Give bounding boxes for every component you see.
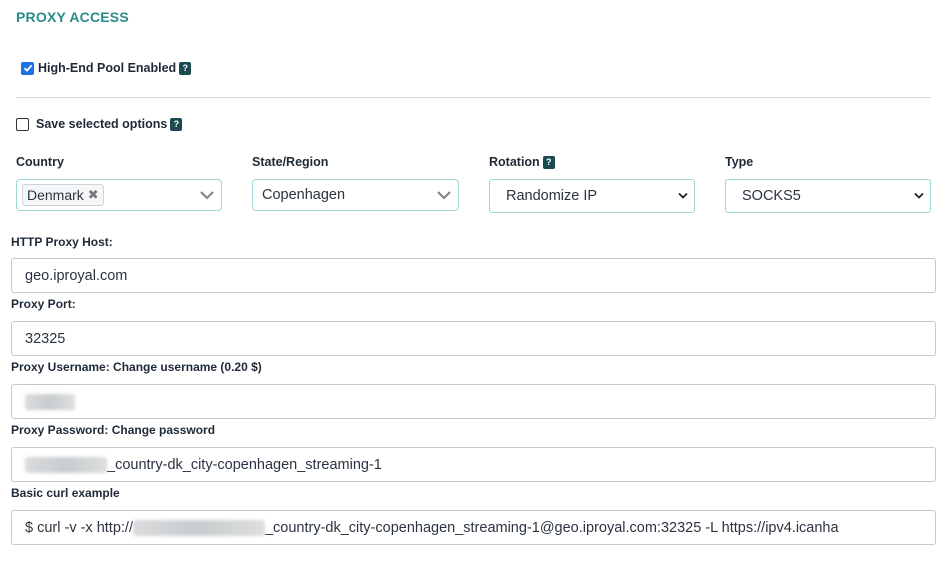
username-label: Proxy Username: Change username (0.20 $)	[11, 360, 262, 374]
rotation-label: Rotation	[489, 155, 540, 169]
host-value: geo.iproyal.com	[25, 267, 128, 284]
help-icon[interactable]: ?	[170, 117, 183, 131]
rotation-label-row: Rotation ?	[489, 155, 555, 169]
curl-suffix: _country-dk_city-copenhagen_streaming-1@…	[264, 519, 839, 536]
save-options-toggle[interactable]: Save selected options ?	[16, 117, 183, 131]
username-field[interactable]	[11, 384, 936, 419]
high-end-pool-toggle[interactable]: High-End Pool Enabled ?	[21, 61, 192, 75]
chevron-down-icon	[914, 192, 924, 199]
divider	[16, 97, 931, 98]
help-icon[interactable]: ?	[179, 61, 192, 75]
type-label: Type	[725, 155, 754, 169]
checkmark-icon	[23, 64, 32, 72]
rotation-select[interactable]: Randomize IP	[489, 179, 695, 213]
host-field[interactable]: geo.iproyal.com	[11, 258, 936, 293]
password-value: _country-dk_city-copenhagen_streaming-1	[107, 456, 382, 473]
country-select[interactable]: Denmark ✖	[16, 179, 222, 211]
section-title: PROXY ACCESS	[16, 9, 129, 25]
curl-prefix: $ curl -v -x http://	[25, 519, 133, 536]
help-icon[interactable]: ?	[542, 155, 555, 169]
rotation-value: Randomize IP	[506, 188, 598, 204]
port-label: Proxy Port:	[11, 297, 76, 311]
redacted-credentials	[132, 519, 265, 536]
country-label: Country	[16, 155, 64, 169]
chevron-down-icon[interactable]	[436, 188, 452, 202]
curl-field[interactable]: $ curl -v -x http:// _country-dk_city-co…	[11, 510, 936, 545]
region-value: Copenhagen	[262, 187, 346, 203]
password-field[interactable]: _country-dk_city-copenhagen_streaming-1	[11, 447, 936, 482]
host-label: HTTP Proxy Host:	[11, 235, 113, 249]
type-select[interactable]: SOCKS5	[725, 179, 931, 213]
save-options-checkbox[interactable]	[16, 117, 29, 131]
remove-chip-icon[interactable]: ✖	[88, 187, 99, 203]
high-end-pool-label: High-End Pool Enabled	[38, 61, 177, 75]
type-value: SOCKS5	[742, 188, 801, 204]
chevron-down-icon	[678, 192, 688, 199]
region-select[interactable]: Copenhagen	[252, 179, 459, 211]
region-label: State/Region	[252, 155, 329, 169]
save-options-label: Save selected options	[36, 117, 168, 131]
port-field[interactable]: 32325	[11, 321, 936, 356]
curl-label: Basic curl example	[11, 486, 120, 500]
country-chip-label: Denmark	[27, 187, 84, 203]
password-label: Proxy Password: Change password	[11, 423, 216, 437]
high-end-pool-checkbox[interactable]	[21, 61, 34, 75]
redacted-password-prefix	[25, 456, 107, 473]
redacted-username	[25, 393, 75, 410]
port-value: 32325	[25, 330, 66, 347]
chevron-down-icon[interactable]	[199, 188, 215, 202]
country-chip: Denmark ✖	[22, 184, 104, 206]
